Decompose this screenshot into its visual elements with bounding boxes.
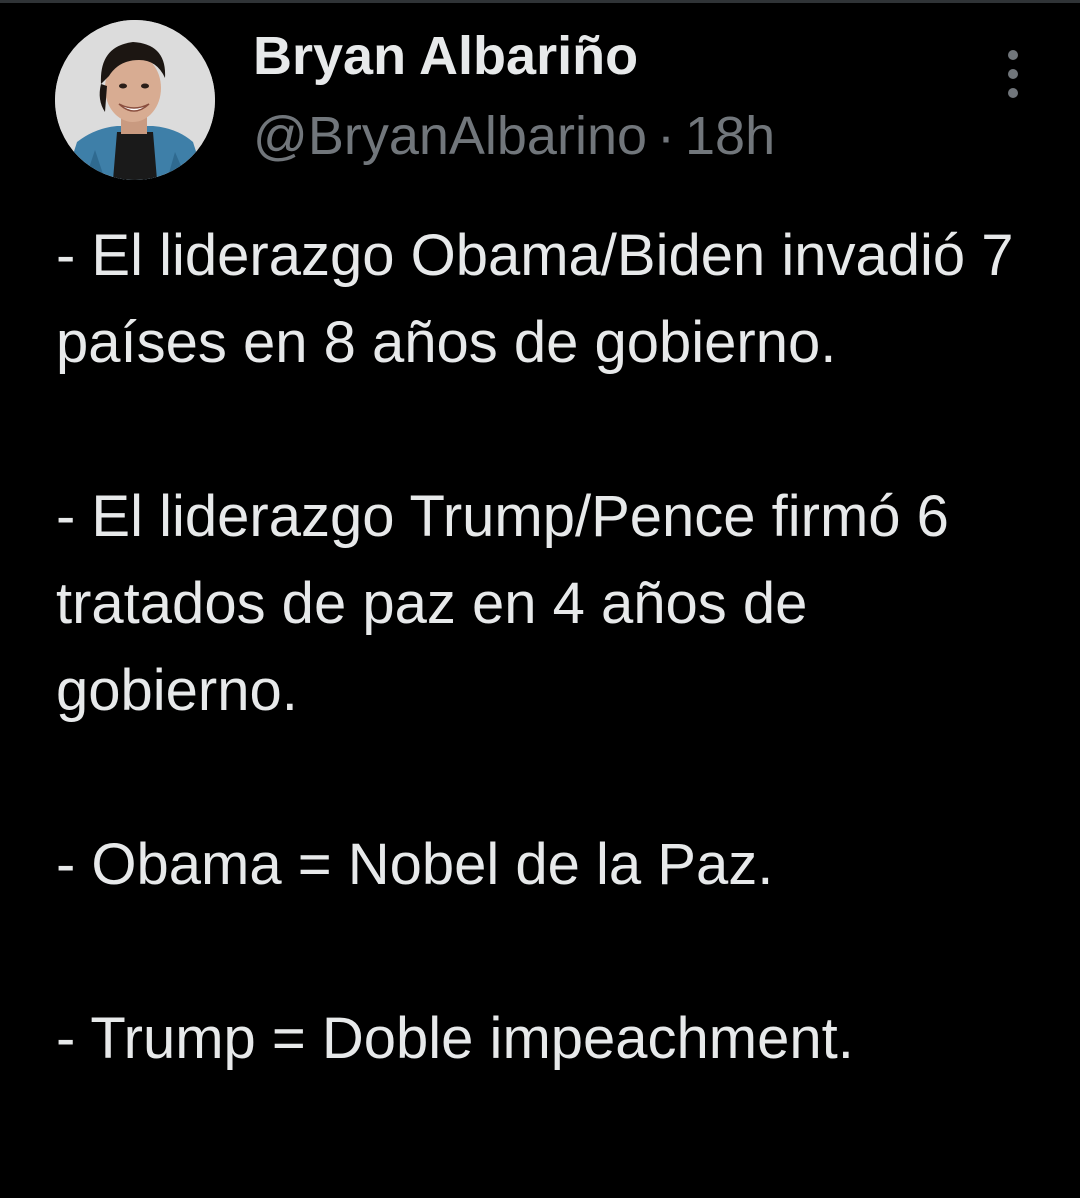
- more-dot: [1008, 50, 1018, 60]
- author-meta: @BryanAlbarino · 18h: [253, 104, 775, 168]
- tweet-paragraph: - Obama = Nobel de la Paz.: [56, 832, 774, 897]
- author-handle[interactable]: @BryanAlbarino: [253, 106, 647, 166]
- more-dot: [1008, 69, 1018, 79]
- tweet-paragraph: - Trump = Doble impeachment.: [56, 1006, 854, 1071]
- tweet-paragraph: - El liderazgo Trump/Pence firmó 6 trata…: [56, 484, 949, 723]
- tweet-paragraph: - El liderazgo Obama/Biden invadió 7 paí…: [56, 223, 1014, 375]
- avatar-photo: [55, 20, 215, 180]
- tweet-text: - El liderazgo Obama/Biden invadió 7 paí…: [56, 212, 1046, 1082]
- top-divider: [0, 0, 1080, 3]
- more-vertical-icon[interactable]: [995, 50, 1031, 98]
- tweet-timestamp[interactable]: 18h: [685, 106, 775, 166]
- avatar[interactable]: [55, 20, 215, 180]
- meta-separator: ·: [657, 106, 675, 166]
- author-name[interactable]: Bryan Albariño: [253, 24, 638, 88]
- more-dot: [1008, 88, 1018, 98]
